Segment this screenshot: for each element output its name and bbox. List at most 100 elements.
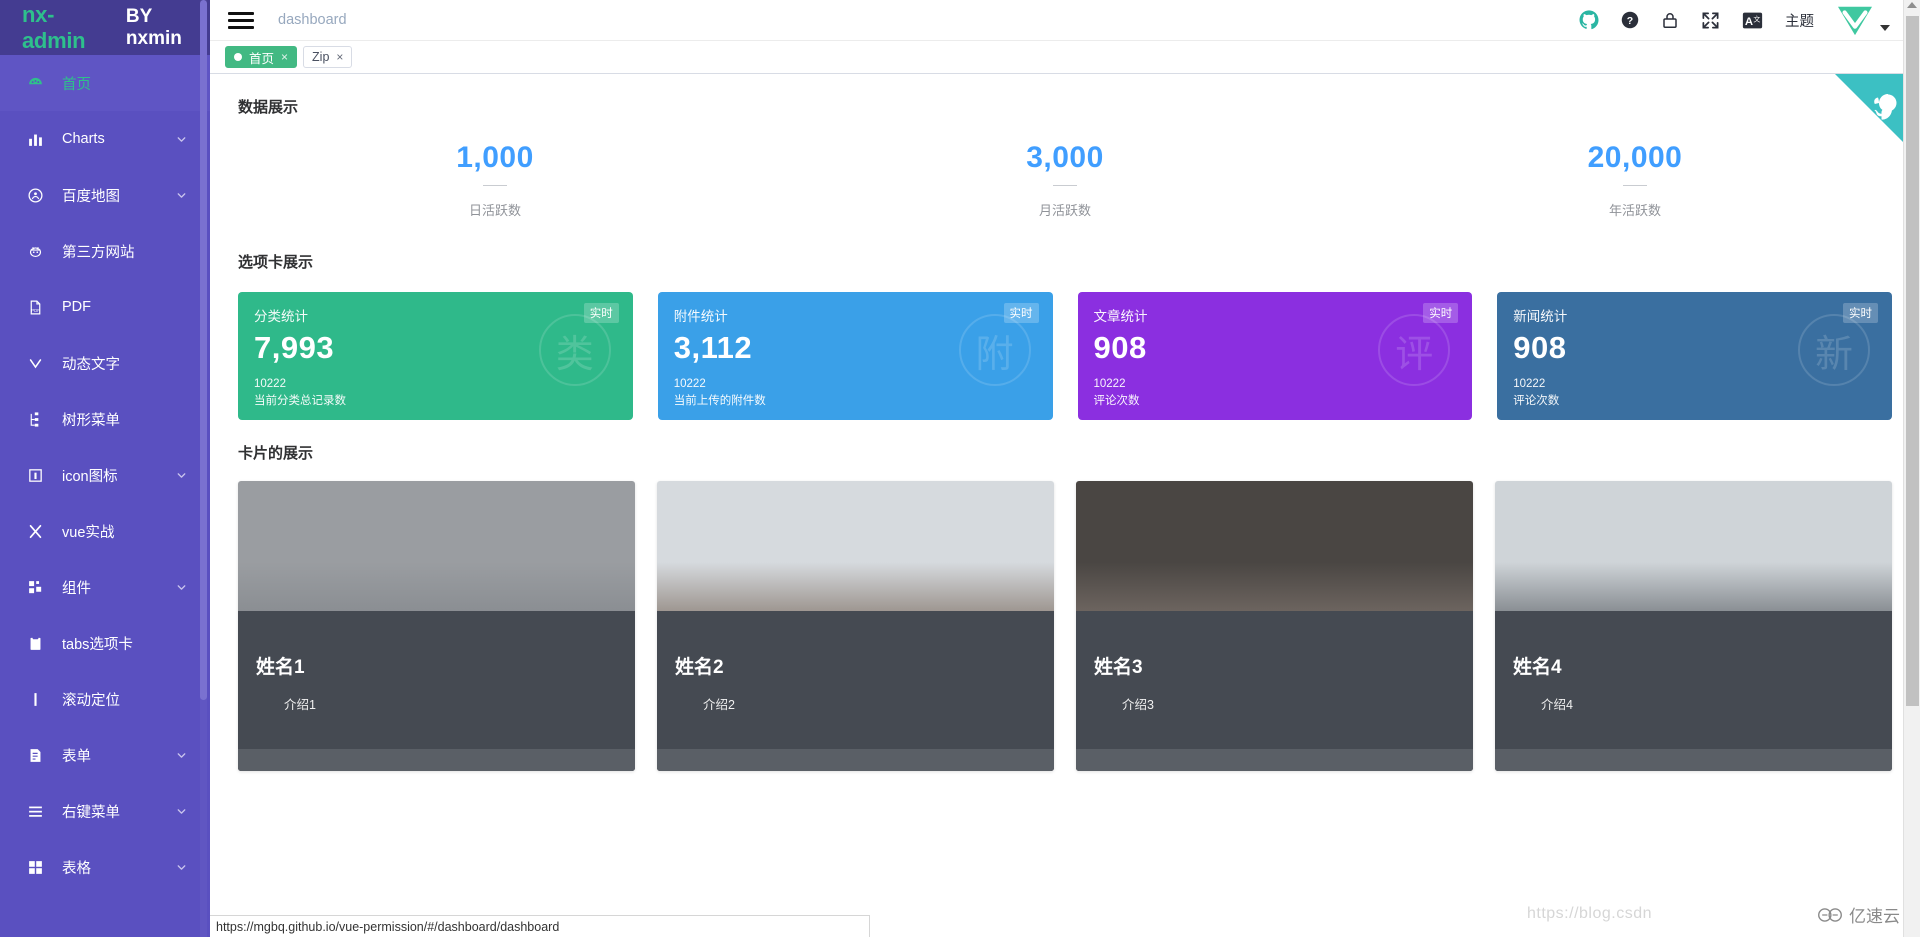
person-name: 姓名1 [256,657,305,678]
panel-card[interactable]: 附实时 附件统计 3,112 10222 当前上传的附件数 [657,292,1053,420]
sidebar-item-5[interactable]: 动态文字 [0,335,210,391]
tab-label: Zip [312,50,330,64]
avatar[interactable] [1836,3,1890,37]
green-diamond-avatar-icon [1838,6,1872,36]
hamburger-menu-icon [24,803,46,820]
sidebar-item-label: tabs选项卡 [62,636,133,653]
sidebar-item-label: Charts [62,131,105,147]
sidebar-item-7[interactable]: icon图标 [0,447,210,503]
text-anim-icon [24,355,46,372]
svg-text:A: A [1745,15,1753,27]
scroll-up-arrow-icon[interactable] [1907,2,1917,8]
browser-scrollbar-thumb[interactable] [1906,16,1919,706]
person-footer [1495,749,1892,771]
sidebar-item-4[interactable]: PDF PDF [0,279,210,335]
sidebar-item-0[interactable]: 首页 [0,55,210,111]
people-cards-row: 姓名1 介绍1 姓名2 介绍2 姓名3 介绍3 姓名4 介绍4 [210,463,1920,771]
sidebar-scrollbar-thumb[interactable] [200,0,207,700]
sidebar-item-12[interactable]: 表单 [0,727,210,783]
watermark-csdn: https://blog.csdn [1526,905,1652,922]
panel-sub-label: 评论次数 [1093,395,1140,407]
sidebar-item-label: 首页 [62,76,91,93]
chevron-down-icon[interactable] [175,805,188,818]
sidebar-item-label: 滚动定位 [62,692,120,709]
tab-item[interactable]: 首页 × [225,46,298,68]
content-area: 数据展示 1,000 日活跃数 3,000 月活跃数 20,000 年活跃数 选项卡展示 … [210,74,1920,915]
sidebar: nx-admin BY nxmin 首页 Charts 百度地图 第三方网站 PDF PD… [0,0,210,937]
browser-scrollbar[interactable] [1903,0,1920,937]
tree-menu-icon [24,411,46,428]
sidebar-item-10[interactable]: tabs选项卡 [0,615,210,671]
panel-title: 新闻统计 [1513,309,1568,324]
chevron-down-icon[interactable] [175,581,188,594]
person-name: 姓名4 [1513,657,1562,678]
tab-close-icon[interactable]: × [281,50,288,64]
section-title-data-display: 数据展示 [238,99,299,116]
tab-close-icon[interactable]: × [336,50,343,64]
pdf-file-icon: PDF [24,299,46,316]
stat-label: 月活跃数 [1038,203,1091,218]
section-title-card-display: 卡片的展示 [238,445,314,462]
sidebar-item-label: vue实战 [62,524,115,541]
sidebar-item-6[interactable]: 树形菜单 [0,391,210,447]
person-name: 姓名3 [1094,657,1143,678]
help-icon[interactable]: ? [1621,11,1639,29]
sidebar-item-label: 右键菜单 [62,804,120,821]
chevron-down-icon[interactable] [175,749,188,762]
tab-bar: 首页 × Zip × [210,41,1920,74]
stat-divider [1053,185,1077,186]
github-icon[interactable] [1579,10,1599,30]
status-bar-url: https://mgbq.github.io/vue-permission/#/… [210,915,870,937]
person-desc: 介绍2 [703,698,735,712]
panel-sub-label: 当前分类总记录数 [254,395,346,407]
panel-sub-count: 10222 [673,378,706,390]
chevron-down-icon[interactable] [175,133,188,146]
panel-sub-label: 当前上传的附件数 [673,395,766,407]
sidebar-item-3[interactable]: 第三方网站 [0,223,210,279]
breadcrumb[interactable]: dashboard [278,12,347,28]
hamburger-icon[interactable] [228,11,254,29]
chevron-down-icon[interactable] [175,861,188,874]
person-card[interactable]: 姓名4 介绍4 [1495,481,1892,771]
person-overlay [238,611,635,771]
icon-square-icon [24,467,46,484]
tab-item[interactable]: Zip × [303,46,353,68]
sidebar-item-label: 动态文字 [62,356,120,373]
person-overlay [1495,611,1892,771]
translate-icon[interactable]: A 文 [1742,10,1763,31]
sidebar-item-9[interactable]: 组件 [0,559,210,615]
sidebar-item-1[interactable]: Charts [0,111,210,167]
chevron-down-icon[interactable] [175,469,188,482]
sidebar-logo[interactable]: nx-admin BY nxmin [0,0,210,55]
app-root: nx-admin BY nxmin 首页 Charts 百度地图 第三方网站 PDF PD… [0,0,1920,937]
panel-sub-count: 10222 [1513,378,1546,390]
chevron-down-icon[interactable] [1880,25,1890,31]
sidebar-item-2[interactable]: 百度地图 [0,167,210,223]
sidebar-item-8[interactable]: vue实战 [0,503,210,559]
bar-vertical-icon [24,691,46,708]
person-card[interactable]: 姓名1 介绍1 [238,481,635,771]
panel-card[interactable]: 评实时 文章统计 908 10222 评论次数 [1077,292,1473,420]
stat-value: 3,000 [1026,141,1104,174]
scissors-icon [24,523,46,540]
theme-label[interactable]: 主题 [1785,10,1814,31]
stat-card: 1,000 日活跃数 [210,141,780,219]
chevron-down-icon[interactable] [175,189,188,202]
sidebar-item-11[interactable]: 滚动定位 [0,671,210,727]
dashboard-icon [24,75,46,92]
panel-sub-count: 10222 [1093,378,1126,390]
person-desc: 介绍3 [1122,698,1154,712]
panel-card[interactable]: 新实时 新闻统计 908 10222 评论次数 [1497,292,1892,420]
person-footer [657,749,1054,771]
sidebar-item-13[interactable]: 右键菜单 [0,783,210,839]
person-card[interactable]: 姓名2 介绍2 [657,481,1054,771]
lock-icon[interactable] [1661,11,1679,30]
map-pin-icon [24,187,46,204]
person-card[interactable]: 姓名3 介绍3 [1076,481,1473,771]
cloud-icon [1818,907,1842,922]
panel-card[interactable]: 类实时 分类统计 7,993 10222 当前分类总记录数 [238,292,633,420]
svg-text:?: ? [1627,15,1633,27]
sidebar-item-label: 表单 [62,748,91,765]
fullscreen-icon[interactable] [1701,11,1720,30]
sidebar-item-14[interactable]: 表格 [0,839,210,895]
